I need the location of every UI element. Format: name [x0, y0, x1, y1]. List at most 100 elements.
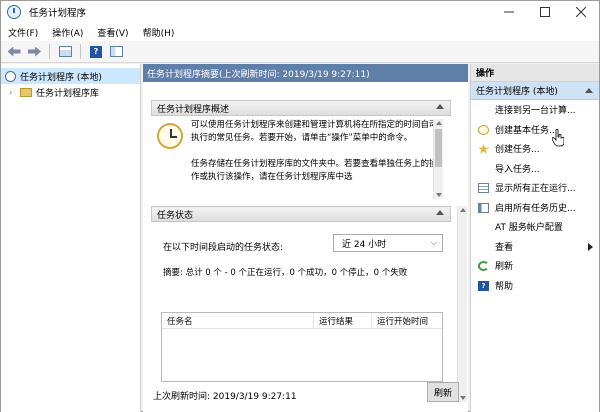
toolbar-separator — [80, 44, 81, 59]
status-period-label: 在以下时间段启动的任务状态: — [163, 243, 284, 253]
action-label: 刷新 — [495, 262, 514, 273]
collapse-up-icon[interactable] — [436, 104, 444, 109]
running-tasks-icon — [478, 183, 489, 193]
action-view[interactable]: 查看 — [471, 237, 599, 257]
folder-icon — [20, 87, 32, 97]
help-icon: ? — [90, 45, 102, 58]
help-button[interactable]: ? — [87, 43, 105, 61]
actions-group-header[interactable]: 任务计划程序 (本地) — [471, 82, 599, 100]
scroll-down-icon[interactable] — [436, 193, 442, 197]
collapse-up-icon[interactable] — [436, 210, 444, 215]
chevron-right-icon[interactable]: › — [9, 88, 17, 97]
tree-item-library[interactable]: › 任务计划程序库 — [1, 84, 140, 100]
back-button[interactable] — [5, 43, 23, 61]
tree-item-label: 任务计划程序库 — [36, 88, 100, 99]
column-header-task-name[interactable]: 任务名 — [162, 313, 314, 328]
minimize-icon — [504, 11, 514, 13]
close-button[interactable] — [563, 1, 599, 23]
hand-cursor-icon — [552, 129, 564, 147]
menu-file[interactable]: 文件(F) — [1, 26, 45, 39]
task-status-table: 任务名 运行结果 运行开始时间 — [161, 312, 443, 382]
overview-text: 可以使用任务计划程序来创建和管理计算机将在所指定的时间自动执行的常见任务。若要开… — [191, 119, 439, 197]
task-history-icon — [478, 202, 489, 213]
show-pane-icon — [109, 46, 123, 57]
scroll-down-icon[interactable] — [460, 396, 466, 400]
actions-pane: 操作 任务计划程序 (本地) 连接到另一台计算... 创建基本任务... 创建任… — [470, 64, 599, 412]
select-value: 近 24 小时 — [342, 239, 387, 250]
action-label: 创建基本任务... — [495, 125, 558, 136]
summary-pane: 任务计划程序摘要(上次刷新时间: 2019/3/19 9:27:11) 任务计划… — [143, 64, 468, 412]
action-at-service-config[interactable]: AT 服务帐户配置 — [471, 217, 599, 237]
scroll-up-icon[interactable] — [460, 208, 466, 212]
forward-arrow-icon — [28, 47, 41, 57]
console-tree-button[interactable] — [56, 43, 74, 61]
action-label: 连接到另一台计算... — [495, 106, 576, 117]
action-label: 导入任务... — [495, 164, 540, 175]
toolbar: ? — [1, 41, 599, 63]
task-scheduler-window: 任务计划程序 文件(F) 操作(A) 查看(V) 帮助(H) ? 任务计划程序 … — [0, 0, 600, 412]
close-icon — [576, 7, 586, 17]
clock-app-icon — [7, 5, 21, 19]
action-show-running-tasks[interactable]: 显示所有正在运行... — [471, 178, 599, 198]
action-label: 启用所有任务历史... — [495, 203, 576, 214]
menu-action[interactable]: 操作(A) — [45, 26, 90, 39]
actions-group-title: 任务计划程序 (本地) — [476, 87, 558, 97]
status-period-select[interactable]: 近 24 小时 ⌵ — [333, 234, 443, 252]
overview-section-header[interactable]: 任务计划程序概述 — [151, 100, 451, 116]
main-scrollbar[interactable] — [457, 206, 467, 402]
action-label: 帮助 — [495, 281, 514, 292]
status-section-header[interactable]: 任务状态 — [151, 206, 451, 222]
menu-view[interactable]: 查看(V) — [90, 26, 135, 39]
overview-paragraph: 可以使用任务计划程序来创建和管理计算机将在所指定的时间自动执行的常见任务。若要开… — [191, 120, 438, 143]
chevron-down-icon: ⌵ — [430, 238, 437, 247]
last-refresh-text: 上次刷新时间: 2019/3/19 9:27:11 — [153, 392, 297, 402]
scroll-up-icon[interactable] — [436, 121, 442, 125]
action-import-task[interactable]: 导入任务... — [471, 159, 599, 179]
overview-paragraph: 任务存储在任务计划程序库的文件夹中。若要查看单独任务上的操作或执行该操作，请在任… — [191, 159, 438, 182]
collapse-up-icon[interactable] — [585, 88, 593, 93]
minimize-button[interactable] — [491, 1, 527, 23]
window-controls — [491, 1, 599, 23]
tree-item-label: 任务计划程序 (本地) — [20, 72, 102, 83]
maximize-button[interactable] — [527, 1, 563, 23]
clock-icon — [5, 70, 16, 82]
title-bar: 任务计划程序 — [1, 1, 599, 23]
basic-task-icon — [478, 124, 489, 135]
submenu-arrow-icon — [588, 242, 593, 251]
action-help[interactable]: ? 帮助 — [471, 276, 599, 296]
console-tree: 任务计划程序 (本地) › 任务计划程序库 — [1, 64, 141, 412]
forward-button[interactable] — [25, 43, 43, 61]
refresh-button[interactable]: 刷新 — [427, 382, 459, 402]
overview-section-title: 任务计划程序概述 — [157, 104, 230, 115]
action-create-task[interactable]: 创建任务... — [471, 139, 599, 159]
menu-bar: 文件(F) 操作(A) 查看(V) 帮助(H) — [1, 23, 599, 41]
refresh-icon — [478, 261, 489, 271]
tree-item-root[interactable]: 任务计划程序 (本地) — [1, 68, 140, 84]
status-summary: 摘要: 总计 0 个 - 0 个正在运行，0 个成功，0 个停止，0 个失败 — [163, 268, 408, 278]
menu-help[interactable]: 帮助(H) — [136, 26, 182, 39]
column-header-start-time[interactable]: 运行开始时间 — [372, 313, 442, 328]
scroll-thumb[interactable] — [435, 129, 442, 167]
console-tree-icon — [58, 46, 72, 57]
back-arrow-icon — [7, 46, 21, 57]
window-title: 任务计划程序 — [29, 8, 87, 19]
status-section-title: 任务状态 — [157, 210, 194, 221]
action-create-basic-task[interactable]: 创建基本任务... — [471, 120, 599, 140]
table-header: 任务名 运行结果 运行开始时间 — [162, 313, 442, 329]
show-pane-button[interactable] — [107, 43, 125, 61]
action-enable-task-history[interactable]: 启用所有任务历史... — [471, 198, 599, 218]
help-icon: ? — [478, 280, 489, 291]
action-refresh[interactable]: 刷新 — [471, 256, 599, 276]
action-label: 显示所有正在运行... — [495, 184, 576, 195]
clock-icon — [157, 123, 183, 149]
action-label: 查看 — [495, 242, 514, 253]
toolbar-separator — [49, 44, 50, 59]
overview-content: 可以使用任务计划程序来创建和管理计算机将在所指定的时间自动执行的常见任务。若要开… — [151, 119, 441, 204]
summary-header: 任务计划程序摘要(上次刷新时间: 2019/3/19 9:27:11) — [143, 64, 468, 82]
actions-header: 操作 — [471, 64, 599, 82]
action-connect-computer[interactable]: 连接到另一台计算... — [471, 100, 599, 120]
overview-scrollbar[interactable] — [433, 119, 443, 199]
action-label: 创建任务... — [495, 145, 540, 156]
create-task-icon — [478, 144, 489, 154]
column-header-run-result[interactable]: 运行结果 — [314, 313, 372, 328]
